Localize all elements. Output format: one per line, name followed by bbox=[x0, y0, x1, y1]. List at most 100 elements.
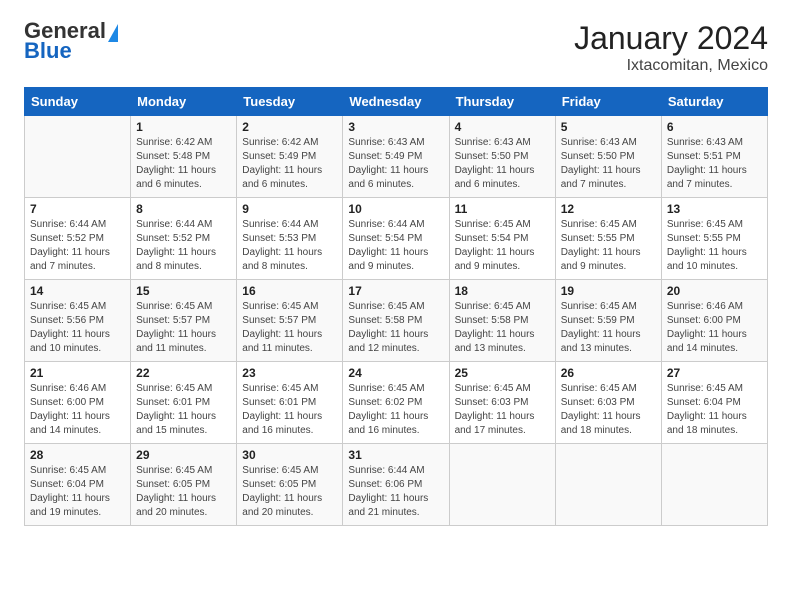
day-number: 19 bbox=[561, 284, 656, 298]
day-info: Sunrise: 6:45 AM Sunset: 5:58 PM Dayligh… bbox=[455, 300, 550, 356]
calendar-cell: 5 Sunrise: 6:43 AM Sunset: 5:50 PM Daylig… bbox=[555, 116, 661, 198]
day-number: 3 bbox=[348, 120, 443, 134]
calendar-cell bbox=[25, 116, 131, 198]
calendar-cell: 30 Sunrise: 6:45 AM Sunset: 6:05 PM Dayli… bbox=[237, 444, 343, 526]
day-number: 5 bbox=[561, 120, 656, 134]
calendar-cell: 24Sunrise: 6:45 AM Sunset: 6:02 PM Dayli… bbox=[343, 362, 449, 444]
week-row-3: 14 Sunrise: 6:45 AM Sunset: 5:56 PM Dayli… bbox=[25, 280, 768, 362]
day-number: 28 bbox=[30, 448, 125, 462]
day-info: Sunrise: 6:43 AM Sunset: 5:49 PM Dayligh… bbox=[348, 136, 443, 192]
calendar-cell bbox=[555, 444, 661, 526]
day-number: 4 bbox=[455, 120, 550, 134]
day-info: Sunrise: 6:45 AM Sunset: 6:01 PM Dayligh… bbox=[136, 382, 231, 438]
day-info: Sunrise: 6:45 AM Sunset: 5:55 PM Dayligh… bbox=[561, 218, 656, 274]
header-day-wednesday: Wednesday bbox=[343, 88, 449, 116]
day-number: 2 bbox=[242, 120, 337, 134]
day-number: 27 bbox=[667, 366, 762, 380]
calendar-cell bbox=[661, 444, 767, 526]
page-header: General Blue January 2024 Ixtacomitan, M… bbox=[24, 20, 768, 75]
calendar-cell: 25 Sunrise: 6:45 AM Sunset: 6:03 PM Dayli… bbox=[449, 362, 555, 444]
week-row-1: 1 Sunrise: 6:42 AM Sunset: 5:48 PM Daylig… bbox=[25, 116, 768, 198]
day-number: 6 bbox=[667, 120, 762, 134]
logo-icon bbox=[108, 24, 118, 42]
day-info: Sunrise: 6:45 AM Sunset: 6:02 PM Dayligh… bbox=[348, 382, 443, 438]
header-day-monday: Monday bbox=[131, 88, 237, 116]
calendar-cell: 7Sunrise: 6:44 AM Sunset: 5:52 PM Daylig… bbox=[25, 198, 131, 280]
calendar-cell: 4 Sunrise: 6:43 AM Sunset: 5:50 PM Daylig… bbox=[449, 116, 555, 198]
calendar-cell: 20 Sunrise: 6:46 AM Sunset: 6:00 PM Dayli… bbox=[661, 280, 767, 362]
calendar-title: January 2024 bbox=[574, 20, 768, 57]
calendar-cell: 2 Sunrise: 6:42 AM Sunset: 5:49 PM Daylig… bbox=[237, 116, 343, 198]
calendar-cell: 6 Sunrise: 6:43 AM Sunset: 5:51 PM Daylig… bbox=[661, 116, 767, 198]
day-number: 11 bbox=[455, 202, 550, 216]
calendar-cell: 13 Sunrise: 6:45 AM Sunset: 5:55 PM Dayli… bbox=[661, 198, 767, 280]
day-info: Sunrise: 6:42 AM Sunset: 5:48 PM Dayligh… bbox=[136, 136, 231, 192]
day-number: 16 bbox=[242, 284, 337, 298]
day-info: Sunrise: 6:46 AM Sunset: 6:00 PM Dayligh… bbox=[667, 300, 762, 356]
day-number: 8 bbox=[136, 202, 231, 216]
day-info: Sunrise: 6:45 AM Sunset: 5:55 PM Dayligh… bbox=[667, 218, 762, 274]
day-number: 15 bbox=[136, 284, 231, 298]
calendar-table: SundayMondayTuesdayWednesdayThursdayFrid… bbox=[24, 87, 768, 526]
day-info: Sunrise: 6:44 AM Sunset: 5:52 PM Dayligh… bbox=[30, 218, 125, 274]
calendar-cell: 16 Sunrise: 6:45 AM Sunset: 5:57 PM Dayli… bbox=[237, 280, 343, 362]
day-number: 12 bbox=[561, 202, 656, 216]
day-info: Sunrise: 6:43 AM Sunset: 5:51 PM Dayligh… bbox=[667, 136, 762, 192]
day-number: 31 bbox=[348, 448, 443, 462]
day-number: 22 bbox=[136, 366, 231, 380]
day-info: Sunrise: 6:45 AM Sunset: 5:57 PM Dayligh… bbox=[242, 300, 337, 356]
calendar-cell: 9 Sunrise: 6:44 AM Sunset: 5:53 PM Daylig… bbox=[237, 198, 343, 280]
day-info: Sunrise: 6:45 AM Sunset: 6:03 PM Dayligh… bbox=[455, 382, 550, 438]
calendar-cell: 12 Sunrise: 6:45 AM Sunset: 5:55 PM Dayli… bbox=[555, 198, 661, 280]
title-block: January 2024 Ixtacomitan, Mexico bbox=[574, 20, 768, 75]
day-info: Sunrise: 6:45 AM Sunset: 6:03 PM Dayligh… bbox=[561, 382, 656, 438]
calendar-cell: 19Sunrise: 6:45 AM Sunset: 5:59 PM Dayli… bbox=[555, 280, 661, 362]
day-number: 18 bbox=[455, 284, 550, 298]
calendar-cell: 22 Sunrise: 6:45 AM Sunset: 6:01 PM Dayli… bbox=[131, 362, 237, 444]
day-info: Sunrise: 6:46 AM Sunset: 6:00 PM Dayligh… bbox=[30, 382, 125, 438]
week-row-5: 28Sunrise: 6:45 AM Sunset: 6:04 PM Dayli… bbox=[25, 444, 768, 526]
day-info: Sunrise: 6:44 AM Sunset: 5:54 PM Dayligh… bbox=[348, 218, 443, 274]
calendar-header-row: SundayMondayTuesdayWednesdayThursdayFrid… bbox=[25, 88, 768, 116]
week-row-4: 21 Sunrise: 6:46 AM Sunset: 6:00 PM Dayli… bbox=[25, 362, 768, 444]
day-info: Sunrise: 6:45 AM Sunset: 6:05 PM Dayligh… bbox=[136, 464, 231, 520]
day-info: Sunrise: 6:44 AM Sunset: 5:53 PM Dayligh… bbox=[242, 218, 337, 274]
day-info: Sunrise: 6:43 AM Sunset: 5:50 PM Dayligh… bbox=[561, 136, 656, 192]
header-day-tuesday: Tuesday bbox=[237, 88, 343, 116]
day-number: 23 bbox=[242, 366, 337, 380]
logo-blue: Blue bbox=[24, 38, 72, 64]
header-day-friday: Friday bbox=[555, 88, 661, 116]
day-number: 25 bbox=[455, 366, 550, 380]
day-number: 20 bbox=[667, 284, 762, 298]
day-info: Sunrise: 6:43 AM Sunset: 5:50 PM Dayligh… bbox=[455, 136, 550, 192]
day-number: 21 bbox=[30, 366, 125, 380]
calendar-cell: 23Sunrise: 6:45 AM Sunset: 6:01 PM Dayli… bbox=[237, 362, 343, 444]
logo: General Blue bbox=[24, 20, 118, 64]
day-number: 14 bbox=[30, 284, 125, 298]
day-info: Sunrise: 6:45 AM Sunset: 5:54 PM Dayligh… bbox=[455, 218, 550, 274]
calendar-cell: 17Sunrise: 6:45 AM Sunset: 5:58 PM Dayli… bbox=[343, 280, 449, 362]
header-day-thursday: Thursday bbox=[449, 88, 555, 116]
calendar-cell: 8 Sunrise: 6:44 AM Sunset: 5:52 PM Daylig… bbox=[131, 198, 237, 280]
day-info: Sunrise: 6:45 AM Sunset: 6:05 PM Dayligh… bbox=[242, 464, 337, 520]
day-info: Sunrise: 6:42 AM Sunset: 5:49 PM Dayligh… bbox=[242, 136, 337, 192]
calendar-cell bbox=[449, 444, 555, 526]
day-info: Sunrise: 6:44 AM Sunset: 5:52 PM Dayligh… bbox=[136, 218, 231, 274]
day-number: 13 bbox=[667, 202, 762, 216]
calendar-cell: 28Sunrise: 6:45 AM Sunset: 6:04 PM Dayli… bbox=[25, 444, 131, 526]
calendar-cell: 14 Sunrise: 6:45 AM Sunset: 5:56 PM Dayli… bbox=[25, 280, 131, 362]
day-info: Sunrise: 6:45 AM Sunset: 5:58 PM Dayligh… bbox=[348, 300, 443, 356]
calendar-cell: 10Sunrise: 6:44 AM Sunset: 5:54 PM Dayli… bbox=[343, 198, 449, 280]
day-number: 30 bbox=[242, 448, 337, 462]
day-number: 1 bbox=[136, 120, 231, 134]
day-number: 26 bbox=[561, 366, 656, 380]
calendar-cell: 18 Sunrise: 6:45 AM Sunset: 5:58 PM Dayli… bbox=[449, 280, 555, 362]
calendar-cell: 11 Sunrise: 6:45 AM Sunset: 5:54 PM Dayli… bbox=[449, 198, 555, 280]
day-info: Sunrise: 6:45 AM Sunset: 5:56 PM Dayligh… bbox=[30, 300, 125, 356]
calendar-cell: 3 Sunrise: 6:43 AM Sunset: 5:49 PM Daylig… bbox=[343, 116, 449, 198]
day-info: Sunrise: 6:45 AM Sunset: 5:57 PM Dayligh… bbox=[136, 300, 231, 356]
calendar-cell: 29Sunrise: 6:45 AM Sunset: 6:05 PM Dayli… bbox=[131, 444, 237, 526]
day-number: 9 bbox=[242, 202, 337, 216]
calendar-cell: 26 Sunrise: 6:45 AM Sunset: 6:03 PM Dayli… bbox=[555, 362, 661, 444]
calendar-cell: 1 Sunrise: 6:42 AM Sunset: 5:48 PM Daylig… bbox=[131, 116, 237, 198]
